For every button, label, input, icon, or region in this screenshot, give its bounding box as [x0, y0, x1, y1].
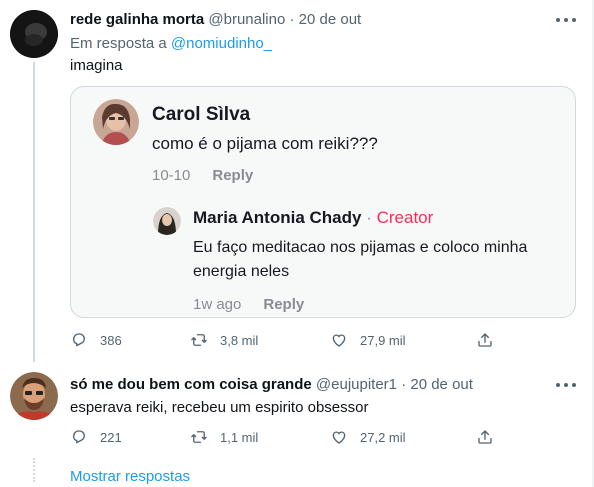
tweet-date[interactable]: 20 de out	[410, 376, 473, 393]
author-name[interactable]: rede galinha morta	[70, 11, 204, 28]
reply-count: 221	[100, 429, 122, 445]
tweet-date[interactable]: 20 de out	[299, 11, 362, 28]
reply-prefix: Em resposta a	[70, 35, 167, 52]
comment-avatar	[93, 99, 139, 145]
tweet-text: imagina	[70, 57, 123, 74]
reply-author-name: Maria Antonia Chady · Creator	[193, 208, 433, 228]
like-button[interactable]: 27,2 mil	[330, 428, 406, 446]
reply-count: 386	[100, 332, 122, 348]
author-handle[interactable]: @brunalino	[208, 11, 285, 28]
thread-line	[33, 62, 35, 362]
retweet-count: 3,8 mil	[220, 332, 259, 348]
avatar-image	[10, 372, 58, 420]
avatar[interactable]	[10, 10, 58, 58]
reply-handle-link[interactable]: @nomiudinho_	[171, 35, 272, 52]
tweet-actions: 221 1,1 mil 27,2 mil	[70, 428, 510, 448]
reply-avatar	[153, 207, 181, 235]
reply-text: Eu faço meditacao nos pijamas e coloco m…	[193, 239, 528, 280]
tweet-2[interactable]: só me dou bem com coisa grande @eujupite…	[0, 362, 594, 452]
retweet-icon	[191, 431, 207, 443]
reply-author: Maria Antonia Chady	[193, 208, 362, 227]
tweet-header: só me dou bem com coisa grande @eujupite…	[70, 376, 473, 394]
creator-badge: Creator	[376, 208, 434, 227]
reply-date: 1w ago	[193, 296, 242, 313]
retweet-button[interactable]: 1,1 mil	[190, 428, 258, 446]
retweet-button[interactable]: 3,8 mil	[190, 331, 258, 349]
retweet-icon	[191, 334, 207, 346]
tweet-media-image[interactable]: Carol Sìlva como é o pijama com reiki???…	[70, 86, 576, 318]
share-button[interactable]	[476, 428, 506, 446]
like-icon	[332, 431, 346, 444]
tweet-actions: 386 3,8 mil 27,9 mil	[70, 331, 510, 351]
comment-reply-button: Reply	[212, 167, 254, 184]
more-icon[interactable]	[556, 376, 576, 394]
reply-dot: ·	[366, 208, 372, 227]
tweet-header: rede galinha morta @brunalino · 20 de ou…	[70, 11, 361, 29]
share-button[interactable]	[476, 331, 506, 349]
tweet-1[interactable]: rede galinha morta @brunalino · 20 de ou…	[0, 0, 594, 362]
reply-icon	[73, 333, 85, 347]
like-icon	[332, 334, 346, 347]
avatar[interactable]	[10, 372, 58, 420]
separator: ·	[401, 376, 407, 393]
reply-icon	[73, 430, 85, 444]
share-icon	[478, 430, 492, 444]
comment-text: como é o pijama com reiki???	[152, 134, 378, 153]
comment-date: 10-10	[152, 167, 191, 184]
like-count: 27,2 mil	[360, 429, 406, 445]
author-handle[interactable]: @eujupiter1	[316, 376, 397, 393]
share-icon	[478, 333, 492, 347]
show-replies-link[interactable]: Mostrar respostas	[70, 468, 190, 485]
tweet-text: esperava reiki, recebeu um espirito obse…	[70, 399, 369, 416]
reply-meta: 1w ago Reply	[193, 296, 304, 313]
reply-button[interactable]: 221	[70, 428, 122, 446]
like-count: 27,9 mil	[360, 332, 406, 348]
comment-author-name: Carol Sìlva	[152, 104, 251, 125]
like-button[interactable]: 27,9 mil	[330, 331, 406, 349]
reply-reply-button: Reply	[263, 296, 305, 313]
separator: ·	[289, 11, 295, 28]
comment-meta: 10-10 Reply	[152, 167, 253, 184]
reply-context: Em resposta a @nomiudinho_	[70, 35, 272, 52]
more-icon[interactable]	[556, 11, 576, 29]
thread-dots	[33, 458, 35, 482]
author-name[interactable]: só me dou bem com coisa grande	[70, 376, 312, 393]
avatar-image	[10, 10, 58, 58]
reply-button[interactable]: 386	[70, 331, 122, 349]
retweet-count: 1,1 mil	[220, 429, 259, 445]
